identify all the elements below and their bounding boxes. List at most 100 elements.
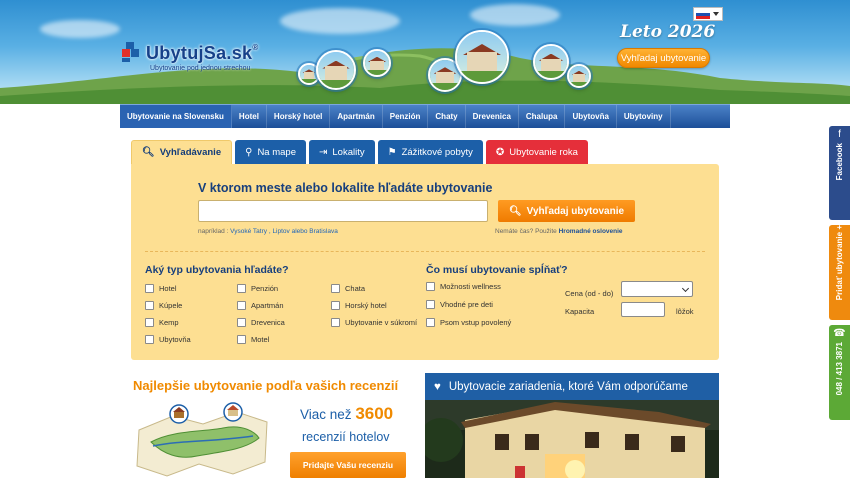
search-title: V ktorom meste alebo lokalite hľadáte ub… (198, 181, 493, 195)
main-nav: Ubytovanie na Slovensku Hotel Horský hot… (120, 104, 730, 128)
checkbox-box[interactable] (145, 301, 154, 310)
review-count-prefix: Viac než (300, 407, 352, 422)
nav-item-horsky-hotel[interactable]: Horský hotel (267, 105, 331, 128)
checkbox-box[interactable] (426, 300, 435, 309)
checkbox-label: Drevenica (251, 318, 285, 327)
tab-vyhladavanie[interactable]: 🔍︎ Vyhľadávanie (131, 140, 233, 164)
checkbox-motel[interactable]: Motel (237, 335, 269, 344)
checkbox-box[interactable] (145, 284, 154, 293)
recommended-title: Ubytovacie zariadenia, ktoré Vám odporúč… (448, 380, 688, 393)
checkbox-label: Penzión (251, 284, 279, 293)
nav-item-ubytovanie-na-slovensku[interactable]: Ubytovanie na Slovensku (120, 105, 232, 128)
tab-label: Zážitkové pobyty (401, 146, 473, 158)
nav-item-ubytoviny[interactable]: Ubytoviny (617, 105, 671, 128)
facebook-label: Facebook (835, 143, 844, 181)
checkbox-kupele[interactable]: Kúpele (145, 301, 182, 310)
search-submit-button[interactable]: 🔍︎ Vyhľadaj ubytovanie (498, 200, 635, 222)
property-bubble[interactable] (567, 64, 591, 88)
slovakia-map-illustration (136, 402, 268, 477)
facebook-icon: f (838, 129, 841, 140)
checkbox-pre-deti[interactable]: Vhodné pre deti (426, 300, 493, 309)
checkbox-label: Kúpele (159, 301, 183, 310)
nav-item-chalupa[interactable]: Chalupa (519, 105, 566, 128)
checkbox-box[interactable] (237, 301, 246, 310)
checkbox-wellness[interactable]: Možnosti wellness (426, 282, 501, 291)
checkbox-box[interactable] (145, 335, 154, 344)
checkbox-ubytovanie-v-sukromi[interactable]: Ubytovanie v súkromí (331, 318, 417, 327)
site-header: UbytujSa.sk® Ubytovanie pod jednou strec… (0, 0, 850, 104)
checkbox-box[interactable] (426, 282, 435, 291)
property-bubble[interactable] (533, 44, 569, 80)
checkbox-label: Horský hotel (345, 301, 387, 310)
map-pin-icon: ⚲ (245, 146, 253, 158)
location-search-input[interactable] (198, 200, 488, 222)
phone-icon: ☎ (833, 328, 846, 339)
capacity-unit: lôžok (676, 307, 694, 316)
logo-tagline: Ubytovanie pod jednou strechou (150, 65, 251, 72)
price-label: Cena (od - do) (565, 289, 614, 298)
nav-item-apartman[interactable]: Apartmán (330, 105, 383, 128)
add-review-button[interactable]: Pridajte Vašu recenziu (290, 452, 406, 478)
checkbox-chata[interactable]: Chata (331, 284, 365, 293)
nav-item-ubytovna[interactable]: Ubytovňa (565, 105, 617, 128)
reviews-title: Najlepšie ubytovanie podľa vašich recenz… (133, 378, 399, 393)
checkbox-penzion[interactable]: Penzión (237, 284, 278, 293)
checkbox-drevenica[interactable]: Drevenica (237, 318, 285, 327)
checkbox-horsky-hotel[interactable]: Horský hotel (331, 301, 387, 310)
nav-item-drevenica[interactable]: Drevenica (466, 105, 519, 128)
facebook-side-button[interactable]: f Facebook (829, 126, 850, 220)
bulk-request-prefix: Nemáte čas? Použite (495, 228, 557, 235)
nav-item-chaty[interactable]: Chaty (428, 105, 466, 128)
checkbox-ubytovna[interactable]: Ubytovňa (145, 335, 191, 344)
checkbox-box[interactable] (331, 318, 340, 327)
checkbox-label: Vhodné pre deti (440, 300, 493, 309)
capacity-label: Kapacita (565, 307, 595, 316)
tab-zazitkove-pobyty[interactable]: ⚑ Zážitkové pobyty (377, 140, 483, 164)
price-range-select[interactable] (621, 281, 693, 297)
header-search-button[interactable]: Vyhľadaj ubytovanie (617, 48, 710, 68)
chevron-down-icon (713, 12, 719, 16)
checkbox-kemp[interactable]: Kemp (145, 318, 179, 327)
search-tabs: 🔍︎ Vyhľadávanie ⚲ Na mape ⇥ Lokality ⚑ Z… (131, 140, 588, 164)
recommended-hotel-photo[interactable] (425, 400, 719, 478)
checkbox-apartman[interactable]: Apartmán (237, 301, 284, 310)
property-bubble[interactable] (363, 49, 391, 77)
capacity-input[interactable] (621, 302, 665, 317)
checkbox-box[interactable] (237, 318, 246, 327)
phone-side-button[interactable]: ☎ 048 / 413 3871 (829, 325, 850, 420)
checkbox-box[interactable] (331, 301, 340, 310)
signpost-icon: ⇥ (319, 146, 328, 158)
award-icon: ✪ (495, 146, 505, 158)
checkbox-hotel[interactable]: Hotel (145, 284, 177, 293)
search-icon: 🔍︎ (142, 147, 155, 158)
checkbox-box[interactable] (426, 318, 435, 327)
type-filter-title: Aký typ ubytovania hľadáte? (145, 264, 289, 276)
property-bubble[interactable] (316, 50, 356, 90)
hint-example-link[interactable]: Vysoké Tatry , Liptov alebo Bratislava (230, 228, 338, 235)
checkbox-box[interactable] (145, 318, 154, 327)
tab-ubytovanie-roka[interactable]: ✪ Ubytovanie roka (485, 140, 588, 164)
checkbox-box[interactable] (331, 284, 340, 293)
add-accommodation-label: Pridať ubytovanie + (835, 225, 844, 301)
property-bubble[interactable] (455, 30, 509, 84)
checkbox-box[interactable] (237, 284, 246, 293)
bulk-request-link[interactable]: Hromadné oslovenie (559, 228, 623, 235)
add-accommodation-side-button[interactable]: Pridať ubytovanie + (829, 225, 850, 320)
checkbox-box[interactable] (237, 335, 246, 344)
checkbox-label: Apartmán (251, 301, 284, 310)
nav-item-penzion[interactable]: Penzión (383, 105, 429, 128)
recommended-section: ♥ Ubytovacie zariadenia, ktoré Vám odpor… (425, 373, 719, 478)
checkbox-label: Kemp (159, 318, 179, 327)
language-selector[interactable] (693, 7, 723, 21)
review-count: Viac než 3600 (300, 404, 393, 424)
hint-prefix: napríklad : (198, 228, 229, 235)
tab-lokality[interactable]: ⇥ Lokality (309, 140, 375, 164)
nav-item-hotel[interactable]: Hotel (232, 105, 267, 128)
bulk-request-hint: Nemáte čas? Použite Hromadné oslovenie (495, 228, 623, 235)
phone-label: 048 / 413 3871 (835, 342, 844, 396)
checkbox-psom-povoleny[interactable]: Psom vstup povolený (426, 318, 511, 327)
review-count-suffix: recenzií hotelov (302, 430, 390, 444)
tab-na-mape[interactable]: ⚲ Na mape (235, 140, 306, 164)
tab-label: Na mape (257, 146, 296, 158)
logo-mark-icon (122, 42, 139, 62)
